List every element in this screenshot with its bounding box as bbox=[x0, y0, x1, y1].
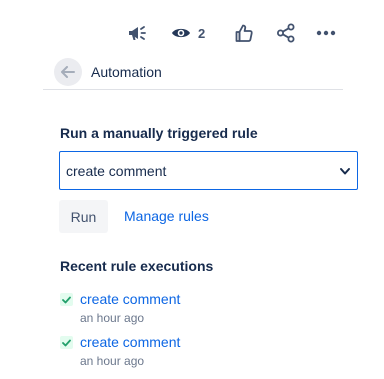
eye-icon bbox=[172, 28, 190, 38]
watch-count: 2 bbox=[198, 25, 206, 41]
arrow-left-icon bbox=[61, 66, 75, 78]
feedback-button[interactable] bbox=[124, 20, 150, 46]
manual-rule-heading: Run a manually triggered rule bbox=[60, 125, 258, 141]
chevron-down-icon bbox=[340, 167, 350, 174]
share-icon bbox=[277, 23, 295, 43]
execution-rule-link[interactable]: create comment bbox=[80, 291, 180, 307]
execution-time: an hour ago bbox=[80, 354, 145, 368]
rule-select[interactable]: create comment bbox=[59, 151, 358, 190]
issue-toolbar: 2 bbox=[0, 20, 384, 46]
thumbs-up-icon bbox=[235, 24, 253, 42]
back-button[interactable] bbox=[54, 58, 82, 86]
panel-title: Automation bbox=[91, 64, 162, 80]
manage-rules-link[interactable]: Manage rules bbox=[124, 208, 209, 224]
execution-rule-link[interactable]: create comment bbox=[80, 334, 180, 350]
share-button[interactable] bbox=[274, 20, 298, 46]
vote-button[interactable] bbox=[232, 20, 256, 46]
watch-button[interactable]: 2 bbox=[171, 20, 211, 46]
automation-panel-header: Automation bbox=[54, 58, 162, 86]
header-divider bbox=[43, 89, 343, 90]
execution-time: an hour ago bbox=[80, 311, 145, 325]
megaphone-icon bbox=[129, 26, 146, 40]
more-icon bbox=[316, 30, 336, 36]
recent-executions-heading: Recent rule executions bbox=[60, 258, 214, 274]
run-button[interactable]: Run bbox=[59, 200, 108, 233]
rule-select-value: create comment bbox=[66, 162, 167, 179]
success-check-icon bbox=[60, 293, 73, 306]
more-actions-button[interactable] bbox=[314, 20, 338, 46]
success-check-icon bbox=[60, 336, 73, 349]
